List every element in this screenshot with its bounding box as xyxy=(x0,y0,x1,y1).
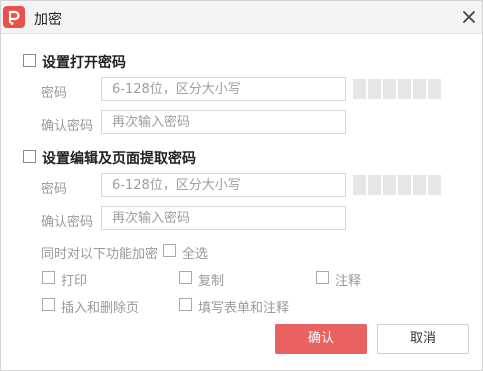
strength-block xyxy=(368,79,381,99)
open-password-input[interactable] xyxy=(101,77,346,101)
edit-password-label: 设置编辑及页面提取密码 xyxy=(42,151,196,167)
annotate-checkbox[interactable] xyxy=(316,271,329,284)
select-all-label: 全选 xyxy=(182,247,209,262)
print-checkbox[interactable] xyxy=(42,271,55,284)
strength-block xyxy=(353,175,366,195)
edit-confirm-label: 确认密码 xyxy=(41,215,94,230)
strength-block xyxy=(428,175,441,195)
strength-block xyxy=(368,175,381,195)
ok-button[interactable]: 确认 xyxy=(275,324,367,354)
close-icon[interactable] xyxy=(459,7,479,27)
strength-block xyxy=(413,175,426,195)
pdf-logo-icon xyxy=(3,6,25,28)
strength-block xyxy=(428,79,441,99)
copy-checkbox[interactable] xyxy=(179,271,192,284)
strength-block xyxy=(398,175,411,195)
edit-password-checkbox[interactable] xyxy=(23,150,36,163)
fill-form-checkbox[interactable] xyxy=(179,298,192,311)
fill-form-label: 填写表单和注释 xyxy=(198,301,290,316)
open-password-checkbox[interactable] xyxy=(23,54,36,67)
encrypt-features-label: 同时对以下功能加密 xyxy=(41,247,159,262)
title-bar: 加密 xyxy=(1,1,482,34)
open-password-strength-meter xyxy=(353,79,441,99)
copy-label: 复制 xyxy=(198,274,225,289)
open-confirm-input[interactable] xyxy=(101,110,346,134)
open-confirm-label: 确认密码 xyxy=(41,119,94,134)
edit-password-input[interactable] xyxy=(101,173,346,197)
strength-block xyxy=(383,79,396,99)
cancel-button[interactable]: 取消 xyxy=(377,324,469,354)
open-password-label: 设置打开密码 xyxy=(42,55,126,71)
insert-delete-pages-checkbox[interactable] xyxy=(42,298,55,311)
dialog-title: 加密 xyxy=(34,12,62,28)
insert-delete-pages-label: 插入和删除页 xyxy=(61,301,140,316)
open-password-label-text: 密码 xyxy=(41,86,68,101)
annotate-label: 注释 xyxy=(335,274,362,289)
strength-block xyxy=(413,79,426,99)
edit-confirm-input[interactable] xyxy=(101,206,346,230)
strength-block xyxy=(353,79,366,99)
strength-block xyxy=(383,175,396,195)
edit-password-label-text: 密码 xyxy=(41,182,68,197)
select-all-checkbox[interactable] xyxy=(163,244,176,257)
edit-password-strength-meter xyxy=(353,175,441,195)
strength-block xyxy=(398,79,411,99)
encrypt-dialog: 加密 设置打开密码 密码 确认密码 设置编辑及页面提取密码 密码 确认密码 同时… xyxy=(0,0,483,371)
print-label: 打印 xyxy=(61,274,88,289)
